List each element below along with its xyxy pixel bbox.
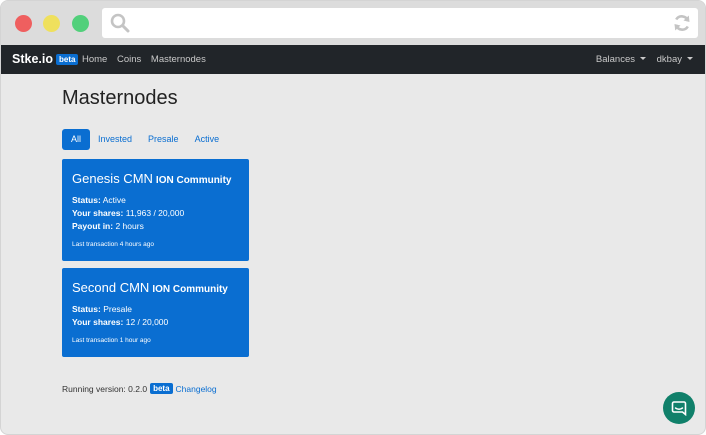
chevron-down-icon: [687, 57, 693, 60]
status-label: Status:: [72, 304, 101, 314]
filter-tabs: All Invested Presale Active: [62, 129, 227, 150]
brand-logo[interactable]: Stke.io beta: [12, 52, 79, 66]
tab-presale[interactable]: Presale: [140, 129, 187, 150]
card-info: Status: Presale Your shares: 12 / 20,000: [72, 303, 239, 329]
beta-badge: beta: [56, 54, 79, 65]
browser-window: Stke.io beta Home Coins Masternodes Balan…: [0, 0, 706, 435]
last-transaction: Last transaction 1 hour ago: [72, 337, 151, 344]
masternode-card[interactable]: Genesis CMN ION Community Status: Active …: [62, 159, 249, 261]
card-info: Status: Active Your shares: 11,963 / 20,…: [72, 194, 239, 233]
close-window-dot[interactable]: [15, 15, 32, 32]
changelog-link[interactable]: Changelog: [176, 384, 217, 394]
status-row: Status: Active: [72, 194, 239, 207]
chat-button[interactable]: [663, 392, 695, 424]
community-name: ION Community: [155, 175, 232, 186]
shares-row: Your shares: 11,963 / 20,000: [72, 207, 239, 220]
masternode-card[interactable]: Second CMN ION Community Status: Presale …: [62, 268, 249, 357]
nav-right: Balances dkbay: [588, 54, 693, 65]
status-row: Status: Presale: [72, 303, 239, 316]
status-value: Active: [102, 195, 126, 205]
shares-value: 11,963 / 20,000: [125, 208, 185, 218]
community-name: ION Community: [152, 284, 228, 295]
status-value: Presale: [103, 304, 133, 314]
shares-label: Your shares:: [72, 317, 124, 327]
maximize-window-dot[interactable]: [72, 15, 89, 32]
tab-active[interactable]: Active: [187, 129, 228, 150]
card-title: Genesis CMN ION Community: [72, 171, 239, 186]
tab-all[interactable]: All: [62, 129, 91, 150]
nav-link-coins[interactable]: Coins: [117, 54, 141, 65]
brand-name: Stke.io: [12, 52, 53, 66]
card-title: Second CMN ION Community: [72, 280, 239, 295]
page-title: Masternodes: [62, 87, 178, 109]
beta-badge: beta: [150, 383, 173, 394]
user-dropdown[interactable]: dkbay: [657, 54, 693, 65]
top-navbar: Stke.io beta Home Coins Masternodes Balan…: [1, 45, 705, 74]
nav-link-masternodes[interactable]: Masternodes: [151, 54, 206, 65]
nav-links: Home Coins Masternodes: [82, 54, 213, 65]
nav-link-home[interactable]: Home: [82, 54, 107, 65]
chevron-down-icon: [640, 57, 646, 60]
username-label: dkbay: [656, 54, 682, 65]
search-icon: [110, 13, 130, 38]
shares-label: Your shares:: [72, 208, 124, 218]
address-bar[interactable]: [102, 8, 698, 38]
shares-value: 12 / 20,000: [125, 317, 169, 327]
status-label: Status:: [72, 195, 101, 205]
balances-label: Balances: [595, 54, 635, 65]
minimize-window-dot[interactable]: [43, 15, 60, 32]
payout-value: 2 hours: [115, 221, 144, 231]
last-transaction: Last transaction 4 hours ago: [72, 241, 155, 248]
payout-row: Payout in: 2 hours: [72, 220, 239, 233]
tab-invested[interactable]: Invested: [90, 129, 140, 150]
masternode-name: Genesis CMN: [72, 171, 153, 186]
masternode-name: Second CMN: [72, 280, 150, 295]
browser-chrome: [1, 1, 705, 45]
payout-label: Payout in:: [72, 221, 114, 231]
version-text: Running version: 0.2.0: [62, 384, 148, 394]
chat-icon: [671, 401, 687, 416]
shares-row: Your shares: 12 / 20,000: [72, 316, 239, 329]
reload-icon[interactable]: [672, 13, 692, 38]
balances-dropdown[interactable]: Balances: [596, 54, 646, 65]
footer: Running version: 0.2.0 beta Changelog: [62, 383, 217, 394]
